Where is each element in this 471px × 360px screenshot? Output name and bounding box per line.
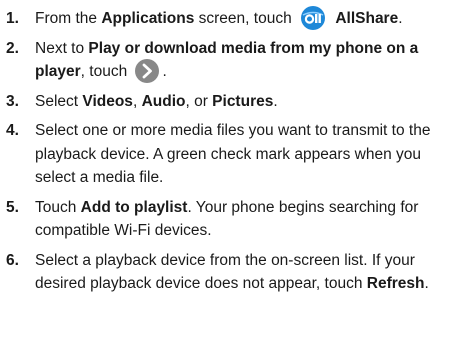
step-text: From the [35, 10, 102, 27]
step-text: , or [185, 92, 213, 110]
step-bold-text: AllShare [335, 10, 399, 27]
step-text: , touch [80, 63, 128, 80]
step-text: screen, touch [194, 10, 292, 27]
steps-list: 1. From the Applications screen, touch A… [6, 6, 463, 296]
step-number: 5. [6, 198, 19, 216]
allshare-app-icon [301, 6, 326, 31]
step-text: . [273, 92, 278, 110]
step-number: 3. [6, 92, 19, 110]
step-bold-text: Pictures [212, 92, 274, 110]
step-text: Select one or more media files you want … [35, 122, 431, 186]
instructions-page: 1. From the Applications screen, touch A… [0, 0, 471, 360]
step-number: 2. [6, 39, 19, 57]
step-text: Select [35, 92, 83, 110]
step-4: 4. Select one or more media files you wa… [6, 119, 463, 190]
step-bold-text: Applications [101, 10, 195, 27]
step-5: 5. Touch Add to playlist. Your phone beg… [6, 196, 463, 243]
step-1: 1. From the Applications screen, touch A… [6, 6, 463, 31]
step-2: 2. Next to Play or download media from m… [6, 37, 463, 84]
step-bold-text: Add to playlist [80, 198, 188, 216]
step-bold-text: Videos [82, 92, 133, 110]
step-bold-text: Audio [141, 92, 186, 110]
step-text: . [424, 275, 429, 292]
step-6: 6. Select a playback device from the on-… [6, 249, 463, 296]
step-text: Select a playback device from the on-scr… [35, 251, 415, 293]
step-bold-text: Refresh [366, 275, 425, 292]
step-text: Next to [35, 39, 89, 57]
step-text: Touch [35, 198, 81, 216]
step-text: . [398, 10, 403, 27]
step-3: 3. Select Videos, Audio, or Pictures. [6, 90, 463, 114]
arrow-right-circle-icon [134, 59, 159, 84]
step-text: . [162, 63, 167, 80]
step-number: 1. [6, 10, 19, 27]
step-number: 6. [6, 251, 19, 269]
step-number: 4. [6, 122, 19, 139]
step-text: , [132, 92, 142, 110]
